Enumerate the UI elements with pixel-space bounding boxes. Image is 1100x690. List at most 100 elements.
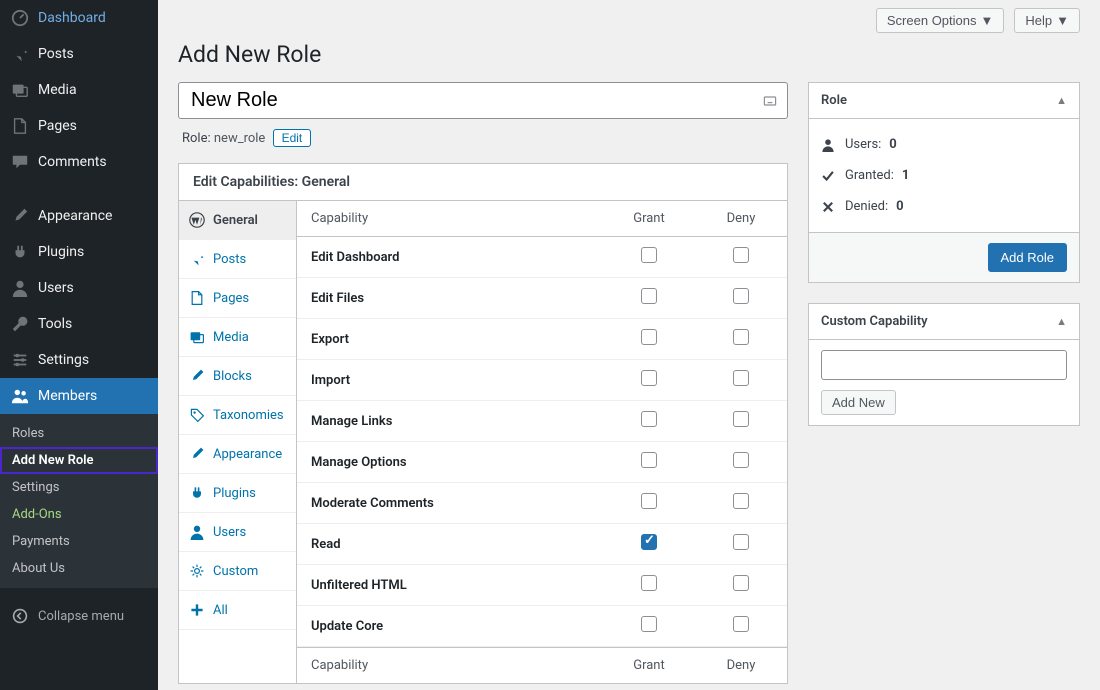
cap-name: Import (297, 373, 603, 388)
deny-checkbox[interactable] (733, 288, 749, 304)
deny-checkbox[interactable] (733, 534, 749, 550)
brush-icon (189, 446, 205, 462)
cap-tab-label: Pages (213, 291, 249, 306)
submenu-item-add-ons[interactable]: Add-Ons (0, 501, 158, 528)
cap-tab-custom[interactable]: Custom (179, 552, 296, 591)
cap-tab-general[interactable]: General (179, 201, 296, 240)
sidebar-item-members[interactable]: Members (0, 378, 158, 414)
sidebar-item-users[interactable]: Users (0, 270, 158, 306)
cap-tab-label: Plugins (213, 486, 256, 501)
custom-capability-input[interactable] (821, 350, 1067, 380)
grant-checkbox[interactable] (641, 411, 657, 427)
help-button[interactable]: Help ▼ (1014, 8, 1080, 33)
grant-checkbox[interactable] (641, 493, 657, 509)
submenu-item-payments[interactable]: Payments (0, 528, 158, 555)
sidebar-item-tools[interactable]: Tools (0, 306, 158, 342)
cap-tab-posts[interactable]: Posts (179, 240, 296, 279)
cap-name: Manage Options (297, 455, 603, 470)
edit-slug-button[interactable]: Edit (273, 129, 312, 147)
sidebar-item-dashboard[interactable]: Dashboard (0, 0, 158, 36)
wrench-icon (10, 314, 30, 334)
granted-stat: Granted: 1 (821, 160, 1067, 191)
grant-checkbox[interactable] (641, 370, 657, 386)
collapse-menu-button[interactable]: Collapse menu (0, 598, 158, 634)
cap-row: Import (297, 360, 787, 401)
col-grant: Grant (603, 211, 695, 226)
media-icon (189, 329, 205, 345)
screen-options-button[interactable]: Screen Options ▼ (876, 8, 1004, 33)
capabilities-header: Edit Capabilities: General (179, 164, 787, 201)
grant-checkbox[interactable] (641, 247, 657, 263)
cap-tab-media[interactable]: Media (179, 318, 296, 357)
cap-tab-label: Custom (213, 564, 258, 579)
grant-checkbox[interactable] (641, 534, 657, 550)
col-deny: Deny (695, 211, 787, 226)
cap-row: Read (297, 524, 787, 565)
comment-icon (10, 152, 30, 172)
gear-icon (189, 563, 205, 579)
deny-checkbox[interactable] (733, 575, 749, 591)
add-role-button[interactable]: Add Role (988, 243, 1067, 272)
media-icon (10, 80, 30, 100)
cap-row: Moderate Comments (297, 483, 787, 524)
cap-tab-plugins[interactable]: Plugins (179, 474, 296, 513)
cap-tab-all[interactable]: All (179, 591, 296, 630)
plus-icon (189, 602, 205, 618)
deny-checkbox[interactable] (733, 329, 749, 345)
deny-checkbox[interactable] (733, 411, 749, 427)
tag-icon (189, 407, 205, 423)
grant-checkbox[interactable] (641, 329, 657, 345)
deny-checkbox[interactable] (733, 493, 749, 509)
sidebar-item-media[interactable]: Media (0, 72, 158, 108)
role-name-input[interactable] (178, 82, 788, 119)
deny-checkbox[interactable] (733, 370, 749, 386)
chevron-up-icon: ▲ (1056, 94, 1067, 107)
grant-checkbox[interactable] (641, 575, 657, 591)
brush-icon (189, 368, 205, 384)
deny-checkbox[interactable] (733, 247, 749, 263)
pin-icon (10, 44, 30, 64)
role-panel-header[interactable]: Role ▲ (809, 83, 1079, 119)
dashboard-icon (10, 8, 30, 28)
submenu-item-settings[interactable]: Settings (0, 474, 158, 501)
add-new-capability-button[interactable]: Add New (821, 390, 896, 415)
sidebar-item-appearance[interactable]: Appearance (0, 198, 158, 234)
check-icon (821, 169, 837, 183)
cap-tab-taxonomies[interactable]: Taxonomies (179, 396, 296, 435)
cap-tab-pages[interactable]: Pages (179, 279, 296, 318)
deny-checkbox[interactable] (733, 452, 749, 468)
col-capability: Capability (297, 658, 603, 673)
submenu-item-about-us[interactable]: About Us (0, 555, 158, 582)
user-icon (189, 524, 205, 540)
deny-checkbox[interactable] (733, 616, 749, 632)
cap-name: Edit Files (297, 291, 603, 306)
grant-checkbox[interactable] (641, 288, 657, 304)
sidebar-item-label: Pages (38, 118, 77, 134)
capabilities-box: Edit Capabilities: General General Posts P… (178, 163, 788, 684)
settings-icon (10, 350, 30, 370)
cap-tab-blocks[interactable]: Blocks (179, 357, 296, 396)
cap-row: Edit Dashboard (297, 237, 787, 278)
cap-row: Unfiltered HTML (297, 565, 787, 606)
cap-tab-appearance[interactable]: Appearance (179, 435, 296, 474)
sidebar-item-plugins[interactable]: Plugins (0, 234, 158, 270)
cap-tab-users[interactable]: Users (179, 513, 296, 552)
custom-capability-header[interactable]: Custom Capability ▲ (809, 304, 1079, 340)
sidebar-item-label: Appearance (38, 208, 112, 224)
sidebar-item-posts[interactable]: Posts (0, 36, 158, 72)
cap-row: Export (297, 319, 787, 360)
grant-checkbox[interactable] (641, 452, 657, 468)
sidebar-item-comments[interactable]: Comments (0, 144, 158, 180)
plug-icon (189, 485, 205, 501)
cap-name: Update Core (297, 619, 603, 634)
submenu-item-add-new-role[interactable]: Add New Role (0, 447, 158, 474)
role-slug-value: new_role (214, 131, 265, 146)
page-title: Add New Role (178, 41, 1080, 68)
cap-tab-label: Posts (213, 252, 246, 267)
sidebar-item-pages[interactable]: Pages (0, 108, 158, 144)
sidebar-item-settings[interactable]: Settings (0, 342, 158, 378)
chevron-up-icon: ▲ (1056, 315, 1067, 328)
grant-checkbox[interactable] (641, 616, 657, 632)
submenu-item-roles[interactable]: Roles (0, 420, 158, 447)
top-bar: Screen Options ▼ Help ▼ (178, 0, 1080, 41)
